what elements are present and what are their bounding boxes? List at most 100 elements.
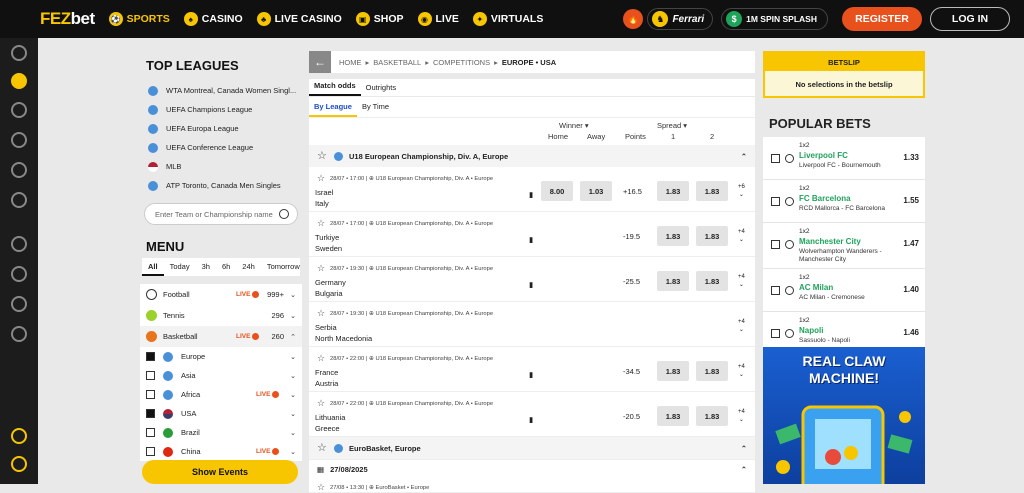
odd-spread-2[interactable]: 1.83 (696, 226, 728, 246)
star-icon[interactable]: ☆ (317, 263, 326, 274)
crumb-competitions[interactable]: COMPETITIONS (433, 58, 490, 67)
rail-volleyball-icon[interactable] (11, 132, 27, 148)
winner-market-select[interactable]: Winner ▾ (559, 121, 589, 130)
more-markets[interactable]: +4 ⌄ (738, 318, 745, 334)
bet-checkbox[interactable] (771, 329, 780, 338)
star-icon[interactable]: ☆ (317, 150, 328, 162)
sport-basketball[interactable]: Basketball LIVE 260 ⌃ (140, 326, 302, 347)
support-icon[interactable] (11, 456, 27, 472)
bet-checkbox[interactable] (771, 154, 780, 163)
tab-match-odds[interactable]: Match odds (309, 81, 361, 96)
rail-esports-icon[interactable] (11, 162, 27, 178)
stats-icon[interactable]: ▮ (529, 280, 537, 289)
match-row[interactable]: ☆ 28/07 • 22:00 | ⊕ U18 European Champion… (309, 347, 755, 392)
popular-bet-item[interactable]: 1x2 Manchester City Wolverhampton Wanderer… (763, 223, 925, 269)
chevron-down-icon[interactable]: ⌄ (290, 372, 296, 380)
odd-spread-1[interactable]: 1.83 (657, 271, 689, 291)
region-usa[interactable]: USA ⌄ (140, 404, 302, 423)
region-checkbox[interactable] (146, 428, 155, 437)
bet-checkbox[interactable] (771, 197, 780, 206)
show-events-button[interactable]: Show Events (142, 460, 298, 484)
match-row[interactable]: ☆ 28/07 • 19:30 | ⊕ U18 European Champion… (309, 302, 755, 347)
odd-spread-2[interactable]: 1.83 (696, 271, 728, 291)
popular-bet-item[interactable]: 1x2 AC Milan AC Milan - Cremonese 1.40 (763, 269, 925, 312)
chevron-down-icon[interactable]: ⌄ (290, 448, 296, 456)
region-asia[interactable]: Asia ⌄ (140, 366, 302, 385)
league-search-input[interactable]: Enter Team or Championship name (144, 203, 298, 225)
rail-baseball-icon[interactable] (11, 296, 27, 312)
competition-header[interactable]: ☆ U18 European Championship, Div. A, Euro… (309, 145, 755, 167)
ferrari-promo[interactable]: ♞ Ferrari (647, 8, 714, 30)
nav-casino[interactable]: ♠ CASINO (183, 12, 243, 26)
region-europe[interactable]: Europe ⌄ (140, 347, 302, 366)
more-markets[interactable]: +4 ⌄ (738, 228, 745, 244)
odd-spread-2[interactable]: 1.83 (696, 361, 728, 381)
bet-odd[interactable]: 1.46 (903, 328, 919, 337)
fezbet-logo[interactable]: FEZbet (40, 9, 95, 29)
nav-live-casino[interactable]: ♣ LIVE CASINO (256, 12, 342, 26)
league-item[interactable]: UEFA Champions League (140, 100, 302, 119)
region-checkbox[interactable] (146, 352, 155, 361)
chevron-down-icon[interactable]: ⌄ (290, 391, 296, 399)
tab-today[interactable]: Today (164, 258, 196, 276)
region-checkbox[interactable] (146, 371, 155, 380)
stats-icon[interactable]: ▮ (529, 415, 537, 424)
star-icon[interactable]: ☆ (317, 173, 326, 184)
bet-odd[interactable]: 1.47 (903, 239, 919, 248)
match-row[interactable]: ☆ 27/08 • 13:30 | ⊕ EuroBasket • Europe (309, 479, 755, 493)
nav-shop[interactable]: ▣ SHOP (355, 12, 404, 26)
chevron-down-icon[interactable]: ⌄ (290, 291, 296, 299)
match-row[interactable]: ☆ 28/07 • 17:00 | ⊕ U18 European Champion… (309, 212, 755, 257)
match-row[interactable]: ☆ 28/07 • 17:00 | ⊕ U18 European Champion… (309, 167, 755, 212)
match-row[interactable]: ☆ 28/07 • 19:30 | ⊕ U18 European Champion… (309, 257, 755, 302)
chevron-up-icon[interactable]: ⌃ (290, 333, 296, 341)
star-icon[interactable]: ☆ (317, 353, 326, 364)
chevron-up-icon[interactable]: ⌃ (741, 444, 747, 453)
tab-all[interactable]: All (142, 258, 164, 276)
register-button[interactable]: REGISTER (842, 7, 922, 31)
tab-outrights[interactable]: Outrights (361, 83, 401, 96)
odd-spread-1[interactable]: 1.83 (657, 406, 689, 426)
odd-spread-2[interactable]: 1.83 (696, 406, 728, 426)
tab-by-league[interactable]: By League (309, 97, 357, 117)
spin-splash-promo[interactable]: $1M SPIN SPLASH (721, 8, 828, 30)
info-icon[interactable] (11, 428, 27, 444)
odd-home[interactable]: 8.00 (541, 181, 573, 201)
rail-rugby-icon[interactable] (11, 326, 27, 342)
popular-bet-item[interactable]: 1x2 Liverpool FC Liverpool FC - Bournemout… (763, 137, 925, 180)
more-markets[interactable]: +6 ⌄ (738, 183, 745, 199)
nav-live[interactable]: ◉ LIVE (417, 12, 459, 26)
nav-virtuals[interactable]: ✦ VIRTUALS (472, 12, 543, 26)
chevron-down-icon[interactable]: ⌄ (290, 410, 296, 418)
bet-odd[interactable]: 1.33 (903, 153, 919, 162)
league-item[interactable]: ATP Toronto, Canada Men Singles (140, 176, 302, 195)
odd-spread-1[interactable]: 1.83 (657, 226, 689, 246)
rail-cricket-icon[interactable] (11, 236, 27, 252)
league-item[interactable]: MLB (140, 157, 302, 176)
sport-football[interactable]: Football LIVE 999+ ⌄ (140, 284, 302, 305)
league-item[interactable]: WTA Montreal, Canada Women Singl... (140, 81, 302, 100)
star-icon[interactable]: ☆ (317, 308, 326, 319)
crumb-sport[interactable]: BASKETBALL (373, 58, 421, 67)
stats-icon[interactable]: ▮ (529, 235, 537, 244)
league-item[interactable]: UEFA Conference League (140, 138, 302, 157)
popular-bet-item[interactable]: 1x2 FC Barcelona RCD Mallorca - FC Barcelo… (763, 180, 925, 223)
rail-football-icon[interactable] (11, 73, 27, 89)
rail-handball-icon[interactable] (11, 266, 27, 282)
more-markets[interactable]: +4 ⌄ (738, 363, 745, 379)
tab-24h[interactable]: 24h (236, 258, 261, 276)
odd-spread-2[interactable]: 1.83 (696, 181, 728, 201)
promo-flame-icon[interactable]: 🔥 (623, 9, 644, 29)
competition-header[interactable]: ☆ EuroBasket, Europe ⌃ (309, 437, 755, 459)
rail-hockey-icon[interactable] (11, 192, 27, 208)
odd-away[interactable]: 1.03 (580, 181, 612, 201)
region-checkbox[interactable] (146, 447, 155, 456)
star-icon[interactable]: ☆ (317, 398, 326, 409)
bet-checkbox[interactable] (771, 286, 780, 295)
odd-spread-1[interactable]: 1.83 (657, 181, 689, 201)
more-markets[interactable]: +4 ⌄ (738, 273, 745, 289)
chevron-up-icon[interactable]: ⌃ (741, 152, 747, 161)
stats-icon[interactable]: ▮ (529, 370, 537, 379)
tab-6h[interactable]: 6h (216, 258, 236, 276)
nav-sports[interactable]: ⚽ SPORTS (108, 12, 170, 26)
